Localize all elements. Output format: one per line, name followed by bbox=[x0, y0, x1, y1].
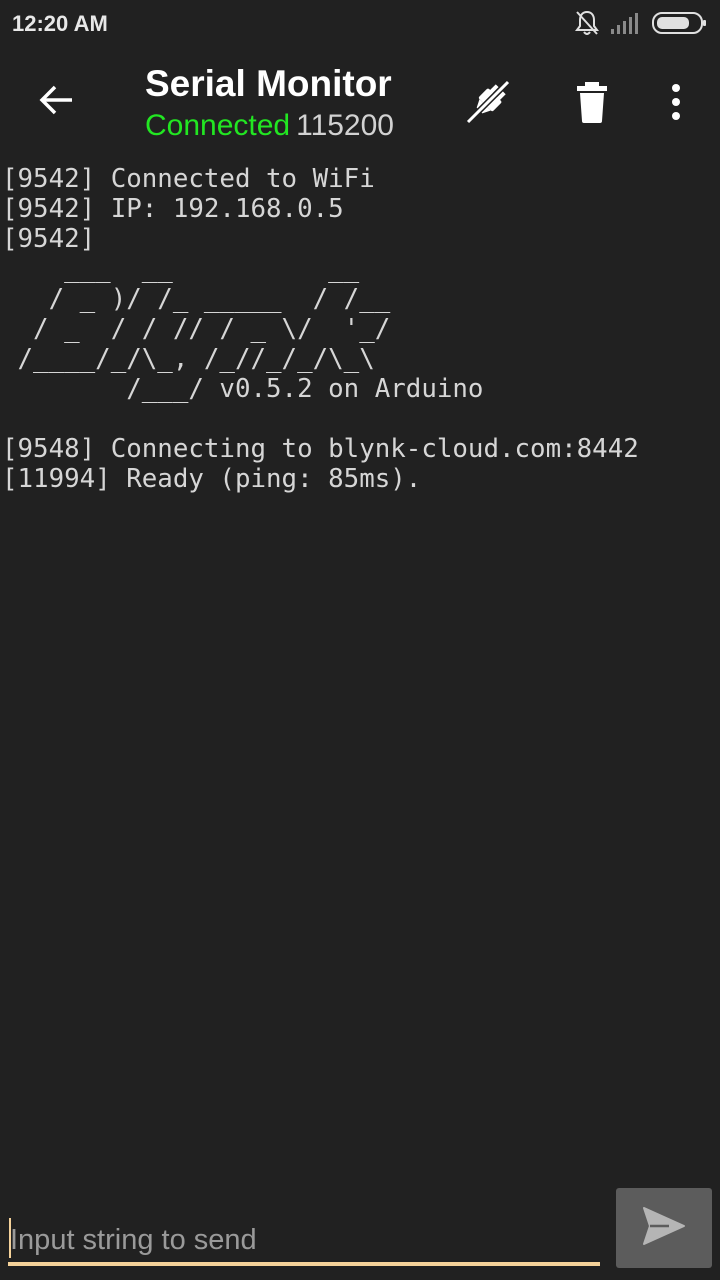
input-underline bbox=[8, 1262, 600, 1266]
disconnect-plug-icon bbox=[462, 76, 514, 133]
send-string-input[interactable] bbox=[8, 1210, 600, 1262]
title-block: Serial Monitor Connected 115200 bbox=[145, 62, 394, 146]
status-bar: 12:20 AM bbox=[0, 0, 720, 50]
terminal-line: [9548] Connecting to blynk-cloud.com:844… bbox=[2, 434, 639, 464]
status-time: 12:20 AM bbox=[12, 11, 108, 36]
terminal-line: [9542] bbox=[2, 224, 96, 254]
more-vert-icon bbox=[668, 82, 684, 127]
terminal-line: / _ / / // / _ \/ '_/ bbox=[2, 314, 391, 344]
terminal-output: [9542] Connected to WiFi [9542] IP: 192.1… bbox=[2, 164, 718, 494]
send-button[interactable] bbox=[616, 1188, 712, 1268]
trash-icon bbox=[572, 80, 612, 129]
terminal-line: /___/ v0.5.2 on Arduino bbox=[2, 374, 484, 404]
page-title: Serial Monitor bbox=[145, 63, 392, 104]
battery-icon bbox=[652, 11, 708, 40]
input-area bbox=[8, 1210, 600, 1266]
app-bar: Serial Monitor Connected 115200 bbox=[0, 52, 720, 156]
more-options-button[interactable] bbox=[648, 76, 704, 132]
terminal-line: /____/_/\_, /_//_/_/\_\ bbox=[2, 344, 375, 374]
back-button[interactable] bbox=[30, 76, 82, 128]
status-icons bbox=[574, 10, 708, 40]
connection-info: Connected 115200 bbox=[145, 106, 394, 146]
back-arrow-icon bbox=[36, 80, 76, 125]
text-cursor bbox=[9, 1218, 11, 1258]
terminal-line: ___ __ __ bbox=[2, 254, 360, 284]
disconnect-button[interactable] bbox=[460, 76, 516, 132]
send-icon bbox=[641, 1205, 687, 1252]
terminal-line: / _ )/ /_ _____ / /__ bbox=[2, 284, 391, 314]
terminal-line: [11994] Ready (ping: 85ms). bbox=[2, 464, 422, 494]
baud-rate: 115200 bbox=[296, 109, 394, 142]
notifications-off-icon bbox=[574, 9, 600, 42]
terminal-line: [9542] Connected to WiFi bbox=[2, 164, 375, 194]
signal-icon bbox=[610, 11, 642, 40]
terminal-line: [9542] IP: 192.168.0.5 bbox=[2, 194, 344, 224]
delete-button[interactable] bbox=[564, 76, 620, 132]
connection-status: Connected bbox=[145, 109, 291, 142]
